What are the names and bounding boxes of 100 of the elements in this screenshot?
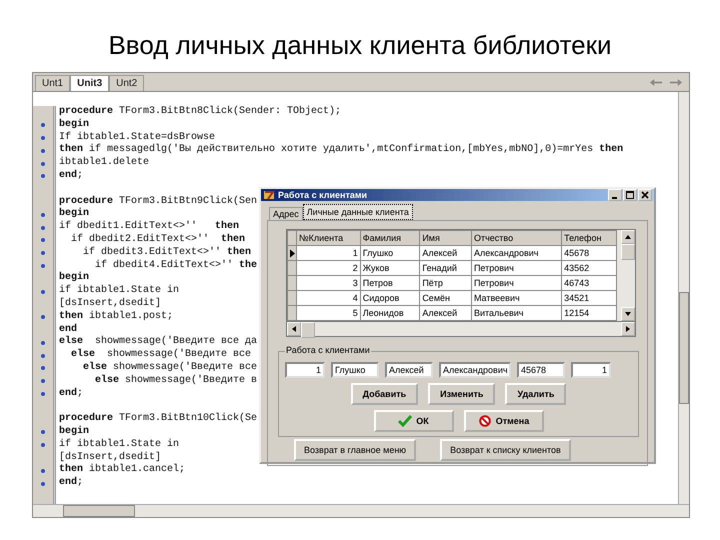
action-button[interactable]: Изменить — [428, 383, 496, 405]
forward-arrow-icon[interactable] — [669, 78, 683, 87]
navigation-button[interactable]: Возврат к списку клиентов — [440, 439, 571, 461]
code-line: if dbedit4.EditText<>'' the — [94, 260, 258, 271]
code-line: ibtable1.delete — [59, 157, 150, 168]
group-title: Работа с клиентами — [285, 345, 371, 355]
input-field[interactable]: Алексей — [385, 362, 433, 378]
line-marker-icon — [41, 148, 45, 153]
column-header[interactable]: Фамилия — [360, 230, 420, 246]
prohibited-icon — [478, 415, 492, 427]
grid-horizontal-scrollbar[interactable] — [286, 322, 636, 337]
table-cell: 3 — [296, 276, 360, 290]
code-line: else showmessage('Введите все да — [59, 336, 258, 348]
scroll-thumb[interactable] — [621, 244, 635, 260]
code-line: end; — [59, 388, 84, 399]
code-line: end — [59, 324, 78, 335]
code-line: if dbedit2.EditText<>'' then — [70, 234, 246, 245]
action-button[interactable]: Удалить — [505, 383, 566, 405]
horizontal-scrollbar[interactable] — [33, 504, 689, 517]
table-cell: 4 — [296, 290, 360, 306]
table-cell: Алексей — [420, 246, 472, 260]
table-cell: Генадий — [420, 260, 472, 276]
code-line: if dbedit1.EditText<>'' then — [59, 221, 240, 232]
maximize-icon — [626, 191, 634, 199]
column-header[interactable]: Телефон — [562, 230, 616, 246]
column-header[interactable]: Имя — [420, 230, 472, 246]
table-cell: 43562 — [562, 260, 616, 276]
back-arrow-icon[interactable] — [649, 78, 663, 87]
line-marker-icon — [41, 123, 45, 128]
scroll-left-icon — [292, 326, 296, 332]
dialog-tab[interactable]: Личные данные клиента — [302, 204, 413, 220]
table-cell: Леонидов — [360, 306, 420, 320]
code-line: if ibtable1.State in — [59, 438, 180, 450]
code-line: end; — [59, 170, 84, 181]
table-cell: 12154 — [562, 306, 616, 320]
code-line: procedure TForm3.BitBtn10Click(Se — [59, 413, 258, 424]
code-line: begin — [59, 208, 90, 220]
close-button[interactable] — [638, 189, 652, 201]
code-line: else showmessage('Введите все — [70, 349, 252, 360]
input-field[interactable]: 45678 — [517, 362, 565, 378]
ok-button[interactable]: ОК — [374, 410, 454, 432]
table-cell: 5 — [296, 306, 360, 320]
code-line: then ibtable1.cancel; — [59, 464, 186, 476]
code-line: else showmessage('Введите все — [82, 362, 258, 373]
minimize-button[interactable] — [608, 189, 622, 201]
scroll-thumb[interactable] — [301, 322, 315, 338]
cancel-button[interactable]: Отмена — [464, 410, 544, 432]
line-marker-icon — [41, 315, 45, 320]
line-marker-icon — [41, 340, 45, 345]
scroll-up-icon — [625, 235, 631, 239]
input-field[interactable]: 1 — [571, 362, 611, 378]
table-cell: Петров — [360, 276, 420, 290]
column-header[interactable]: №Клиента — [296, 230, 360, 246]
line-marker-icon — [41, 366, 45, 370]
line-marker-icon — [41, 379, 45, 384]
editor-tab[interactable]: Unit3 — [70, 75, 110, 91]
table-cell: Семён — [420, 290, 472, 306]
code-line: begin — [59, 272, 90, 284]
line-marker-icon — [41, 264, 45, 268]
input-field[interactable]: Александрович — [439, 362, 511, 378]
line-marker-icon — [41, 238, 45, 242]
scroll-down-icon — [625, 312, 631, 316]
table-cell: Витальевич — [471, 306, 562, 320]
vertical-scrollbar[interactable] — [678, 92, 689, 504]
navigation-button[interactable]: Возврат в главное меню — [294, 439, 416, 461]
input-field[interactable]: Глушко — [331, 362, 379, 378]
app-icon — [263, 189, 275, 201]
table-cell: Александрович — [471, 246, 562, 260]
line-marker-icon — [41, 174, 45, 178]
current-row-icon — [290, 248, 294, 258]
slide-title: Ввод личных данных клиента библиотеки — [108, 29, 612, 62]
maximize-button[interactable] — [623, 189, 637, 201]
table-cell: Алексей — [420, 306, 472, 320]
table-cell: Жуков — [360, 260, 420, 276]
column-header[interactable]: Отчество — [471, 230, 562, 246]
code-line: If ibtable1.State=dsBrowse — [59, 132, 216, 143]
input-field[interactable]: 1 — [285, 362, 325, 378]
table-cell: Петрович — [471, 260, 562, 276]
line-marker-icon — [41, 468, 45, 473]
code-line: procedure TForm3.BitBtn8Click(Sender: TObject); — [59, 106, 342, 117]
line-marker-icon — [41, 482, 45, 486]
dialog-title: Работа с клиентами — [278, 190, 368, 200]
line-marker-icon — [41, 354, 45, 358]
line-marker-icon — [41, 251, 45, 256]
code-line: [dsInsert,dsedit] — [59, 452, 162, 463]
action-button[interactable]: Добавить — [350, 383, 418, 405]
grid-vertical-scrollbar[interactable] — [621, 230, 635, 321]
table-cell: Петрович — [471, 276, 562, 290]
line-marker-icon — [41, 392, 45, 396]
line-marker-icon — [41, 290, 45, 294]
scroll-right-icon — [626, 326, 630, 332]
code-line: if dbedit3.EditText<>'' then — [82, 246, 252, 258]
line-marker-icon — [41, 136, 45, 140]
table-cell: Глушко — [360, 246, 420, 260]
code-line: else showmessage('Введите в — [94, 374, 258, 386]
code-line: then if messagedlg('Вы действительно хотите удалить',mtConfirmation,[mbYes,mbNO],0)=mrYes then — [59, 144, 624, 156]
checkmark-icon — [398, 415, 412, 427]
code-line: begin — [59, 118, 90, 130]
code-line: if ibtable1.State in — [59, 285, 180, 296]
code-line: [dsInsert,dsedit] — [59, 298, 162, 309]
